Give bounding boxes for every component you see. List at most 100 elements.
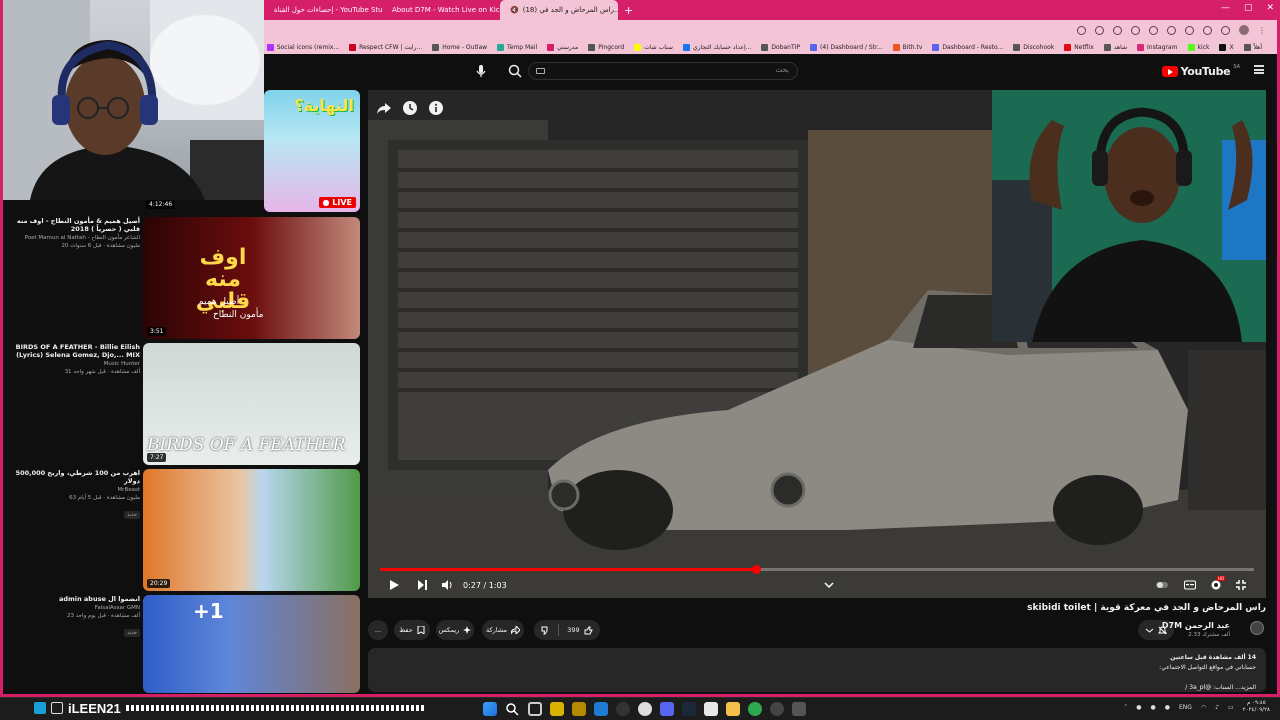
video-player[interactable]: 0:27 / 1:03 HD	[368, 90, 1266, 598]
bookmark-item[interactable]: Social icons (remix...	[266, 43, 339, 51]
battery-icon[interactable]: ▭	[1228, 704, 1234, 711]
bookmark-item[interactable]: سناب شات	[634, 43, 673, 51]
muted-speaker-icon[interactable]: 🔇	[510, 6, 519, 14]
browser-menu-icon[interactable]: ⋮	[1258, 26, 1266, 35]
dislike-icon[interactable]	[541, 626, 550, 635]
chrome-icon[interactable]	[748, 702, 762, 716]
browser-tab[interactable]: إحصاءات حول القناة - YouTube Studio	[264, 0, 382, 20]
tray-app-icon[interactable]: ●	[1136, 704, 1141, 711]
extension-icon[interactable]	[1149, 25, 1158, 35]
captions-icon[interactable]	[1184, 579, 1196, 591]
channel-avatar[interactable]	[1250, 621, 1264, 635]
bookmark-item[interactable]: X	[1219, 43, 1234, 51]
search-icon[interactable]	[505, 702, 519, 716]
close-window-icon[interactable]: ✕	[1266, 3, 1274, 13]
bookmark-item[interactable]: DobanTIP	[761, 43, 800, 51]
share-button[interactable]: مشاركة	[482, 620, 524, 640]
file-explorer-icon[interactable]	[726, 702, 740, 716]
bookmark-item[interactable]: إعداد حسابك التجاري...	[682, 43, 751, 51]
wifi-icon[interactable]: ◠	[1201, 704, 1206, 711]
extension-icon[interactable]	[1167, 25, 1176, 35]
discord-icon[interactable]	[660, 702, 674, 716]
notes-icon[interactable]	[704, 702, 718, 716]
recommendation-meta[interactable]: أصيل هميم & مأمون النطاح - اوف منه قلبي …	[8, 217, 140, 249]
bookmark-item[interactable]: Instagram	[1137, 43, 1178, 51]
github-icon[interactable]	[616, 702, 630, 716]
autoplay-toggle-icon[interactable]	[1156, 579, 1168, 591]
channel-name[interactable]: D7M عبد الرحمن	[1162, 621, 1230, 630]
progress-scrubber[interactable]	[751, 565, 761, 574]
recommendation-meta[interactable]: اهرب من 100 شرطي، واربح 500,000 دولار Mr…	[8, 469, 140, 520]
app-taskbar-icon[interactable]	[770, 702, 784, 716]
profile-avatar[interactable]	[1239, 25, 1249, 35]
new-tab-icon[interactable]: +	[624, 4, 633, 17]
recommendation-meta[interactable]: admin abuse انضموا ال FaisalAssar GMN 23…	[8, 595, 140, 638]
chevron-down-icon[interactable]	[823, 579, 835, 591]
bookmark-item[interactable]: Netflix	[1064, 43, 1094, 51]
volume-icon[interactable]	[441, 579, 453, 591]
more-actions-button[interactable]: ...	[368, 620, 388, 640]
extension-icon[interactable]	[1185, 25, 1194, 35]
bookmark-item[interactable]: Bith.tv	[892, 43, 922, 51]
chatgpt-icon[interactable]	[638, 702, 652, 716]
bookmark-item[interactable]: Dashboard - Resto...	[932, 43, 1003, 51]
menu-icon[interactable]	[1254, 65, 1264, 74]
save-button[interactable]: حفظ	[394, 620, 430, 640]
volume-icon[interactable]: ♪	[1215, 704, 1219, 711]
chevron-up-icon[interactable]: ˄	[1124, 704, 1127, 711]
share-icon[interactable]	[376, 100, 392, 116]
live-badge: ● LIVE	[318, 197, 356, 208]
recommendation-meta[interactable]: BIRDS OF A FEATHER - Billie Eilish (Lyri…	[8, 343, 140, 375]
language-indicator[interactable]: ENG	[1179, 704, 1192, 711]
search-button[interactable]	[506, 62, 524, 80]
extension-icon[interactable]	[1113, 25, 1122, 35]
search-input[interactable]: بحث	[528, 62, 798, 80]
exit-fullscreen-icon[interactable]	[1235, 579, 1247, 591]
bookmark-item[interactable]: Pingcord	[588, 43, 624, 51]
recommendation-thumbnail[interactable]: 20:29	[143, 469, 360, 591]
voice-search-button[interactable]	[472, 62, 490, 80]
vscode-icon[interactable]	[594, 702, 608, 716]
remix-button[interactable]: ريمكس	[436, 620, 474, 640]
bookmark-item[interactable]: Respect CFW | رايت...	[349, 43, 422, 51]
bookmark-item[interactable]: Home - Outlaw	[432, 43, 487, 51]
recommendation-thumbnail[interactable]: النهاية؟ ● LIVE	[264, 90, 360, 212]
extension-icon[interactable]	[1203, 25, 1212, 35]
tray-app-icon[interactable]: ●	[1165, 704, 1170, 711]
clock[interactable]: ٠٩:٤٥ م ٢٠٢٤/٠٩/٢٨	[1243, 700, 1270, 714]
task-view-icon[interactable]	[528, 702, 542, 716]
app-taskbar-icon[interactable]	[572, 702, 586, 716]
watch-later-clock-icon[interactable]	[402, 100, 418, 116]
keyboard-icon[interactable]	[536, 68, 545, 74]
app-taskbar-icon[interactable]	[792, 702, 806, 716]
bookmark-item[interactable]: شاهد	[1103, 43, 1127, 51]
extension-icon[interactable]	[1221, 25, 1230, 35]
maximize-icon[interactable]: ▢	[1244, 3, 1253, 13]
recommendation-thumbnail[interactable]: BIRDS OF A FEATHER 7:27	[143, 343, 360, 465]
youtube-logo[interactable]: YouTube SA	[1161, 64, 1240, 78]
star-icon[interactable]	[1095, 25, 1104, 35]
progress-bar[interactable]	[380, 565, 1254, 574]
app-taskbar-icon[interactable]	[550, 702, 564, 716]
video-description[interactable]: 14 ألف مشاهدة قبل ساعتين حساباتي في مواق…	[368, 648, 1266, 692]
browser-tab[interactable]: About D7M - Watch Live on Kick ✕	[382, 0, 500, 20]
steam-icon[interactable]	[682, 702, 696, 716]
next-icon[interactable]	[416, 579, 428, 591]
bookmark-item[interactable]: (4) Dashboard / Str...	[810, 43, 883, 51]
bookmark-item[interactable]: Discohook	[1013, 43, 1054, 51]
bookmark-item[interactable]: مدرستي	[547, 43, 578, 51]
info-icon[interactable]	[428, 100, 444, 116]
like-icon[interactable]	[584, 626, 593, 635]
bookmark-item[interactable]: Temp Mail	[497, 43, 537, 51]
extension-icon[interactable]	[1077, 25, 1086, 35]
tray-app-icon[interactable]: ●	[1150, 704, 1155, 711]
minimize-icon[interactable]: —	[1221, 3, 1230, 13]
browser-tab-active[interactable]: 🔇 (18) راس المرحاض و الجد في... ✕	[500, 0, 618, 20]
extension-icon[interactable]	[1131, 25, 1140, 35]
recommendation-thumbnail[interactable]: اوف منه قلبي أصيل هميم مأمون النطاح 3:51	[143, 217, 360, 339]
recommendation-thumbnail[interactable]: +1	[143, 595, 360, 693]
bookmark-item[interactable]: أهلاً	[1243, 43, 1262, 51]
bookmark-item[interactable]: kick	[1187, 43, 1209, 51]
play-icon[interactable]	[388, 579, 400, 591]
windows-start-icon[interactable]	[483, 702, 497, 716]
